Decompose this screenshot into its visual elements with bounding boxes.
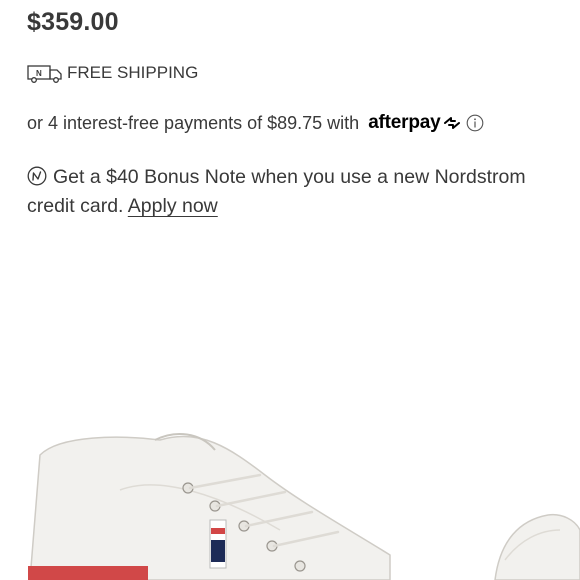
free-shipping-label: FREE SHIPPING bbox=[67, 63, 199, 82]
afterpay-text: or 4 interest-free payments of $89.75 wi… bbox=[27, 112, 360, 133]
afterpay-row: or 4 interest-free payments of $89.75 wi… bbox=[27, 112, 484, 134]
nordstrom-n-icon bbox=[27, 166, 47, 186]
free-shipping-row: N FREE SHIPPING bbox=[27, 62, 198, 84]
apply-now-link[interactable]: Apply now bbox=[128, 195, 218, 217]
afterpay-brand-label: afterpay bbox=[368, 112, 441, 133]
left-sneaker bbox=[28, 433, 391, 580]
product-price: $359.00 bbox=[27, 8, 119, 36]
right-sneaker bbox=[494, 513, 580, 580]
bonus-note-promo: Get a $40 Bonus Note when you use a new … bbox=[27, 163, 557, 221]
afterpay-arrows-icon bbox=[443, 117, 460, 129]
info-icon[interactable] bbox=[466, 114, 484, 132]
afterpay-logo: afterpay bbox=[368, 112, 460, 134]
product-image[interactable] bbox=[0, 380, 580, 580]
bonus-note-text: Get a $40 Bonus Note when you use a new … bbox=[27, 166, 526, 217]
delivery-truck-icon: N bbox=[27, 65, 62, 83]
svg-text:N: N bbox=[36, 69, 42, 78]
